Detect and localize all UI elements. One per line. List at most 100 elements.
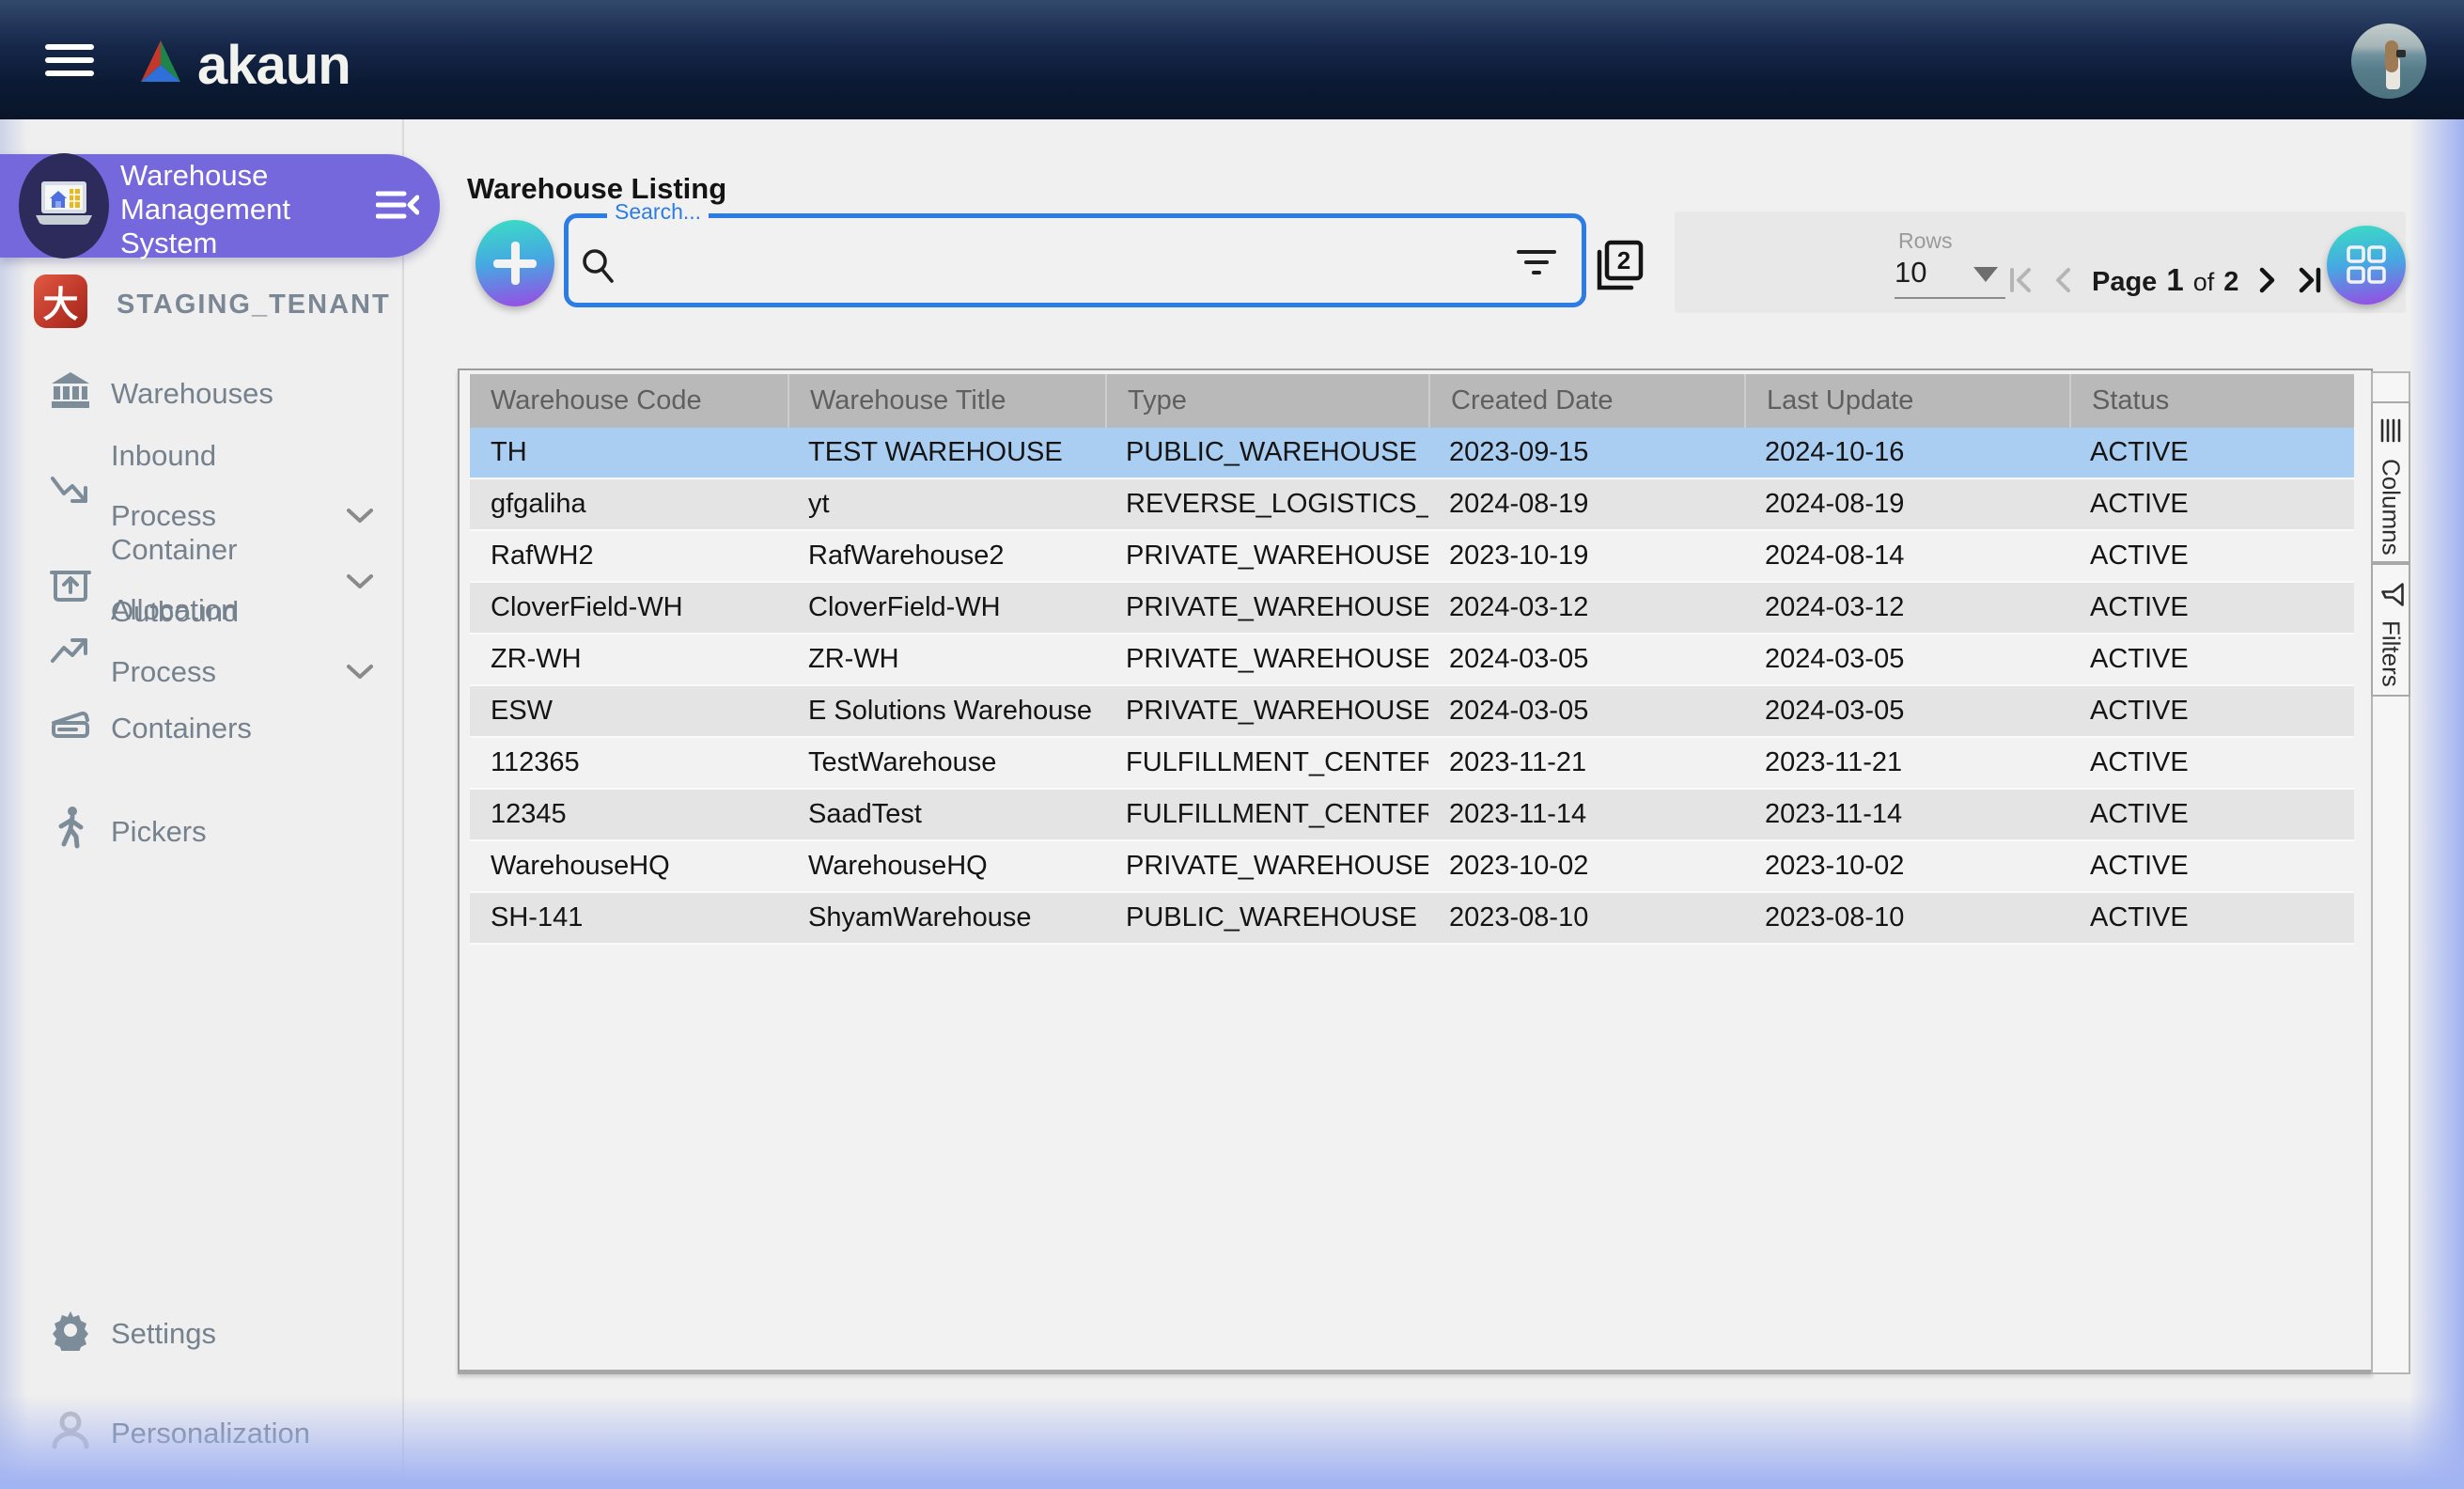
- cell-warehouse-code: ZR-WH: [491, 644, 582, 674]
- cell-created-date: 2023-11-14: [1449, 799, 1587, 829]
- cell-type: PRIVATE_WAREHOUSE: [1126, 644, 1428, 674]
- sidebar-item-pickers[interactable]: Pickers: [0, 804, 404, 860]
- cell-last-update: 2024-03-05: [1765, 696, 1905, 726]
- cell-warehouse-title: ShyamWarehouse: [808, 902, 1032, 933]
- cell-warehouse-code: ESW: [491, 696, 554, 726]
- brand-name: akaun: [197, 35, 351, 96]
- cell-created-date: 2024-03-12: [1449, 592, 1589, 622]
- table-side-panel-strip: Columns Filters: [2371, 371, 2410, 1374]
- gear-icon: [49, 1309, 92, 1358]
- sidebar-item-settings[interactable]: Settings: [0, 1306, 404, 1362]
- chevron-down-icon[interactable]: [346, 499, 374, 533]
- cell-warehouse-title: WarehouseHQ: [808, 851, 988, 881]
- cell-type: PRIVATE_WAREHOUSE: [1126, 696, 1428, 726]
- cell-warehouse-code: gfgaliha: [491, 489, 586, 519]
- columns-icon: [2378, 418, 2403, 447]
- sidebar-collapse-icon[interactable]: [375, 186, 420, 226]
- cell-created-date: 2023-10-02: [1449, 851, 1589, 881]
- hamburger-menu-icon[interactable]: [45, 44, 94, 76]
- cell-warehouse-code: SH-141: [491, 902, 584, 933]
- cell-warehouse-code: TH: [491, 437, 527, 467]
- pages-count-icon[interactable]: 2: [1592, 237, 1646, 300]
- column-header-type[interactable]: Type: [1105, 374, 1428, 428]
- cell-type: REVERSE_LOGISTICS_...: [1126, 489, 1428, 519]
- cell-last-update: 2024-03-05: [1765, 644, 1905, 674]
- search-input[interactable]: [628, 229, 1455, 290]
- cell-status: ACTIVE: [2090, 747, 2189, 777]
- person-icon: [49, 1409, 92, 1458]
- tenant-app-icon[interactable]: 大: [34, 274, 87, 328]
- svg-text:2: 2: [1617, 246, 1630, 274]
- tenant-name: STAGING_TENANT: [117, 290, 391, 320]
- table-row[interactable]: TH TEST WAREHOUSE PUBLIC_WAREHOUSE 2023-…: [470, 428, 2354, 479]
- cell-warehouse-title: TestWarehouse: [808, 747, 997, 777]
- sidebar-item-personalization[interactable]: Personalization: [0, 1405, 404, 1462]
- column-header-warehouse-code[interactable]: Warehouse Code: [470, 374, 788, 428]
- table-row[interactable]: ESW E Solutions Warehouse PRIVATE_WAREHO…: [470, 686, 2354, 738]
- cell-warehouse-code: WarehouseHQ: [491, 851, 670, 881]
- table-row[interactable]: WarehouseHQ WarehouseHQ PRIVATE_WAREHOUS…: [470, 841, 2354, 893]
- trend-down-icon: [49, 471, 92, 516]
- cell-type: PUBLIC_WAREHOUSE: [1126, 437, 1417, 467]
- app-root: akaun Warehouse Management System 大 STAG…: [0, 0, 2464, 1489]
- cell-status: ACTIVE: [2090, 799, 2189, 829]
- cell-warehouse-title: yt: [808, 489, 830, 519]
- table-body: TH TEST WAREHOUSE PUBLIC_WAREHOUSE 2023-…: [470, 428, 2354, 945]
- cell-status: ACTIVE: [2090, 541, 2189, 571]
- cell-warehouse-code: CloverField-WH: [491, 592, 683, 622]
- wms-app-icon: [19, 148, 109, 264]
- sidebar-item-inbound-process[interactable]: Inbound Process: [0, 437, 404, 541]
- table-row[interactable]: 12345 SaadTest FULFILLMENT_CENTER 2023-1…: [470, 790, 2354, 841]
- cell-last-update: 2024-08-19: [1765, 489, 1905, 519]
- table-row[interactable]: CloverField-WH CloverField-WH PRIVATE_WA…: [470, 583, 2354, 635]
- first-page-button[interactable]: [2005, 264, 2037, 296]
- page-title: Warehouse Listing: [467, 172, 727, 205]
- cell-warehouse-title: SaadTest: [808, 799, 922, 829]
- sidebar-item-warehouses[interactable]: Warehouses: [0, 366, 404, 422]
- cell-last-update: 2024-03-12: [1765, 592, 1905, 622]
- page-indicator: Page 1 of 2: [2092, 262, 2239, 297]
- table-row[interactable]: RafWH2 RafWarehouse2 PRIVATE_WAREHOUSE 2…: [470, 531, 2354, 583]
- cell-status: ACTIVE: [2090, 851, 2189, 881]
- grid-view-button[interactable]: [2327, 226, 2406, 305]
- user-avatar[interactable]: [2351, 24, 2426, 99]
- chevron-down-icon[interactable]: [346, 655, 374, 689]
- sidebar-item-outbound-process[interactable]: Outbound Process: [0, 588, 404, 700]
- bank-icon: [49, 369, 92, 418]
- cell-warehouse-title: TEST WAREHOUSE: [808, 437, 1063, 467]
- rows-per-page-label: Rows: [1898, 228, 1953, 253]
- next-page-button[interactable]: [2255, 264, 2280, 296]
- column-header-last-update[interactable]: Last Update: [1744, 374, 2069, 428]
- filter-list-icon[interactable]: [1515, 246, 1558, 285]
- cell-created-date: 2023-11-21: [1449, 747, 1587, 777]
- column-header-status[interactable]: Status: [2069, 374, 2354, 428]
- columns-panel-tab[interactable]: Columns: [2371, 401, 2410, 563]
- column-header-created-date[interactable]: Created Date: [1428, 374, 1744, 428]
- current-page-number: 1: [2166, 262, 2184, 297]
- filters-panel-tab[interactable]: Filters: [2371, 563, 2410, 697]
- cell-warehouse-title: CloverField-WH: [808, 592, 1001, 622]
- page-edge-glow: [2409, 119, 2464, 1489]
- cell-type: PRIVATE_WAREHOUSE: [1126, 592, 1428, 622]
- cell-created-date: 2024-03-05: [1449, 696, 1589, 726]
- rows-per-page-select[interactable]: 10: [1895, 256, 1926, 290]
- previous-page-button[interactable]: [2051, 264, 2075, 296]
- cell-type: PRIVATE_WAREHOUSE: [1126, 541, 1428, 571]
- add-warehouse-button[interactable]: [476, 220, 554, 306]
- table-row[interactable]: ZR-WH ZR-WH PRIVATE_WAREHOUSE 2024-03-05…: [470, 635, 2354, 686]
- app-switcher-banner[interactable]: Warehouse Management System: [0, 153, 440, 259]
- pagination: Page 1 of 2: [2005, 259, 2325, 301]
- column-header-warehouse-title[interactable]: Warehouse Title: [788, 374, 1105, 428]
- last-page-button[interactable]: [2293, 264, 2325, 296]
- table-row[interactable]: gfgaliha yt REVERSE_LOGISTICS_... 2024-0…: [470, 479, 2354, 531]
- cell-warehouse-code: 112365: [491, 747, 580, 777]
- dropdown-caret-icon[interactable]: [1973, 267, 1998, 282]
- cell-created-date: 2024-08-19: [1449, 489, 1589, 519]
- cell-last-update: 2023-10-02: [1765, 851, 1905, 881]
- cell-status: ACTIVE: [2090, 696, 2189, 726]
- cell-created-date: 2024-03-05: [1449, 644, 1589, 674]
- container-icon: [49, 706, 92, 751]
- table-row[interactable]: 112365 TestWarehouse FULFILLMENT_CENTER …: [470, 738, 2354, 790]
- sidebar-item-containers[interactable]: Containers: [0, 700, 404, 757]
- table-row[interactable]: SH-141 ShyamWarehouse PUBLIC_WAREHOUSE 2…: [470, 893, 2354, 945]
